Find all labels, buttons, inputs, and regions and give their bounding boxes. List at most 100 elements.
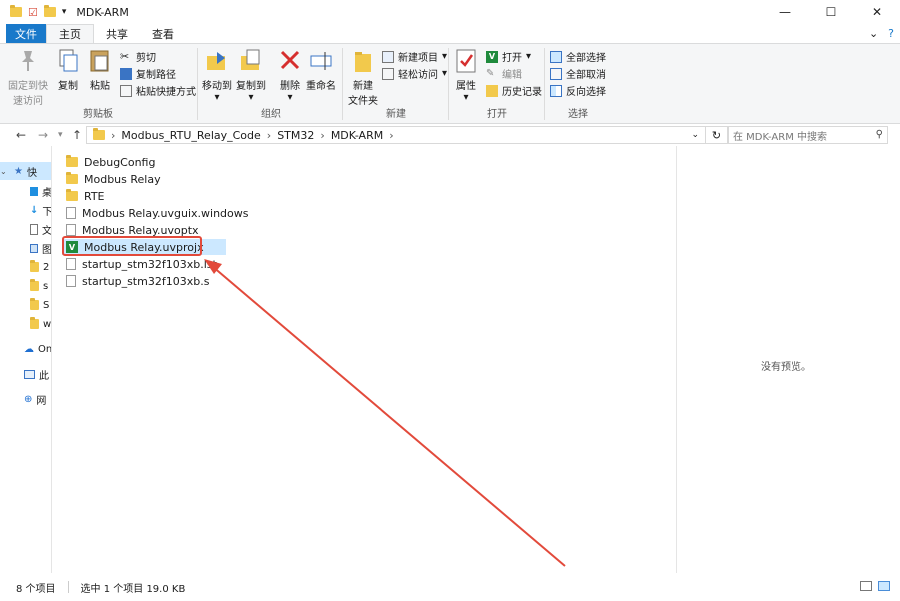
new-folder-icon[interactable]	[43, 5, 56, 17]
minimize-button[interactable]: —	[762, 0, 808, 24]
nav-item-downloads[interactable]: ↓ 下	[0, 201, 51, 219]
folder-icon	[93, 128, 105, 140]
search-icon[interactable]: ⚲	[876, 129, 883, 140]
nav-item-onedrive[interactable]: ☁ On	[0, 340, 51, 358]
nav-item-folder[interactable]: w	[0, 315, 51, 333]
paste-button[interactable]: 粘贴	[88, 48, 112, 92]
copy-folder-icon	[241, 49, 260, 70]
paste-icon	[90, 50, 109, 72]
edit-button[interactable]: ✎ 编辑	[486, 66, 522, 82]
new-group: 新建 文件夹 新建项目 ▾ 轻松访问 ▾ 新建	[344, 44, 448, 124]
breadcrumb-chevron-icon[interactable]: ›	[389, 129, 393, 142]
clipboard-group: 固定到快 速访问 复制 粘贴 ✂ 剪切 复制路径 粘贴快捷方式 剪贴板	[8, 48, 196, 120]
copy-to-button[interactable]: 复制到 ▾	[236, 48, 266, 103]
select-none-button[interactable]: 全部取消	[550, 66, 606, 81]
breadcrumb-chevron-icon[interactable]: ›	[111, 129, 115, 142]
address-bar[interactable]: › Modbus_RTU_Relay_Code › STM32 › MDK-AR…	[86, 126, 706, 144]
paste-shortcut-button[interactable]: 粘贴快捷方式	[120, 83, 196, 98]
nav-item-desktop[interactable]: 桌	[0, 182, 51, 200]
tab-share[interactable]: 共享	[94, 24, 140, 43]
new-folder-button[interactable]: 新建 文件夹	[348, 48, 378, 107]
folder-icon	[66, 189, 78, 201]
nav-item-pictures[interactable]: 图	[0, 239, 51, 257]
easy-access-button[interactable]: 轻松访问 ▾	[382, 66, 447, 81]
invert-selection-icon	[550, 84, 562, 97]
network-icon: ⊕	[24, 393, 33, 405]
select-all-icon	[550, 50, 562, 63]
group-divider	[197, 48, 198, 120]
cut-button[interactable]: ✂ 剪切	[120, 49, 156, 64]
move-folder-icon	[207, 52, 225, 70]
refresh-icon: ↻	[711, 128, 722, 142]
new-folder-icon	[355, 52, 371, 72]
nav-item-quick-access[interactable]: ⌄ ★ 快	[0, 162, 51, 180]
folder-icon	[10, 5, 22, 17]
address-row: ← → ▾ ↑ › Modbus_RTU_Relay_Code › STM32 …	[0, 124, 900, 146]
copy-button[interactable]: 复制	[56, 48, 80, 92]
select-all-button[interactable]: 全部选择	[550, 49, 606, 64]
copy-icon	[59, 49, 78, 72]
customize-toolbar-icon[interactable]: ▾	[62, 7, 67, 17]
back-arrow-icon[interactable]: ←	[16, 128, 26, 142]
new-item-icon	[382, 50, 394, 63]
breadcrumb-chevron-icon[interactable]: ›	[320, 129, 324, 142]
file-row[interactable]: Modbus Relay	[62, 171, 161, 187]
pin-quick-access-button[interactable]: 固定到快 速访问	[8, 48, 48, 107]
paste-shortcut-icon	[120, 84, 132, 97]
close-button[interactable]: ✕	[854, 0, 900, 24]
new-item-button[interactable]: 新建项目 ▾	[382, 49, 447, 64]
file-icon	[66, 224, 76, 236]
details-view-icon[interactable]	[860, 581, 872, 591]
recent-locations-chevron-icon[interactable]: ▾	[58, 130, 63, 140]
file-row[interactable]: DebugConfig	[62, 154, 155, 170]
open-button[interactable]: V 打开 ▾	[486, 49, 531, 64]
ribbon: 固定到快 速访问 复制 粘贴 ✂ 剪切 复制路径 粘贴快捷方式 剪贴板 移动到	[0, 44, 900, 124]
address-history-chevron-icon[interactable]: ⌄	[691, 130, 699, 140]
nav-item-folder[interactable]: S	[0, 296, 51, 314]
breadcrumb-item[interactable]: MDK-ARM	[331, 129, 383, 142]
copy-path-button[interactable]: 复制路径	[120, 66, 176, 81]
nav-item-this-pc[interactable]: 此	[0, 365, 51, 383]
move-to-button[interactable]: 移动到 ▾	[202, 48, 232, 103]
tab-view[interactable]: 查看	[140, 24, 186, 43]
large-icons-view-icon[interactable]	[878, 581, 890, 591]
file-row[interactable]: Modbus Relay.uvguix.windows	[62, 205, 249, 221]
search-input[interactable]: 在 MDK-ARM 中搜索 ⚲	[728, 126, 888, 144]
quick-access-checkmark-icon[interactable]: ☑	[28, 6, 38, 19]
chevron-down-icon[interactable]: ⌄	[0, 167, 10, 176]
nav-item-folder[interactable]: 2	[0, 258, 51, 276]
tab-home[interactable]: 主页	[46, 24, 94, 43]
breadcrumb-chevron-icon[interactable]: ›	[267, 129, 271, 142]
file-row[interactable]: RTE	[62, 188, 105, 204]
rename-button[interactable]: 重命名	[306, 48, 336, 92]
scissors-icon: ✂	[120, 49, 130, 63]
window-title: MDK-ARM	[76, 5, 129, 19]
file-row[interactable]: startup_stm32f103xb.s	[62, 273, 209, 289]
select-group: 全部选择 全部取消 反向选择 选择	[546, 44, 610, 124]
edit-pencil-icon: ✎	[486, 67, 495, 79]
history-button[interactable]: 历史记录	[486, 83, 542, 98]
nav-item-folder[interactable]: s	[0, 277, 51, 295]
maximize-button[interactable]: ☐	[808, 0, 854, 24]
file-row[interactable]: startup_stm32f103xb.lst	[62, 256, 217, 272]
tab-file[interactable]: 文件	[6, 24, 46, 43]
nav-item-documents[interactable]: 文	[0, 220, 51, 238]
nav-item-network[interactable]: ⊕ 网	[0, 390, 51, 408]
preview-pane: 没有预览。	[676, 146, 900, 573]
chevron-down-icon[interactable]: ⌄	[869, 27, 878, 40]
refresh-button[interactable]: ↻	[706, 126, 728, 144]
copy-path-icon	[120, 67, 132, 80]
invert-selection-button[interactable]: 反向选择	[550, 83, 606, 98]
select-none-icon	[550, 67, 562, 80]
help-icon[interactable]: ?	[888, 27, 894, 40]
desktop-icon	[30, 186, 38, 196]
delete-button[interactable]: 删除 ▾	[278, 48, 302, 103]
breadcrumb-item[interactable]: STM32	[277, 129, 314, 142]
folder-icon	[66, 172, 78, 184]
forward-arrow-icon[interactable]: →	[38, 128, 48, 142]
up-arrow-icon[interactable]: ↑	[72, 128, 82, 142]
breadcrumb-item[interactable]: Modbus_RTU_Relay_Code	[121, 129, 260, 142]
navigation-pane[interactable]: ⌄ ★ 快 桌 ↓ 下 文 图 2 s S w ☁ On 此 ⊕ 网	[0, 146, 52, 573]
properties-button[interactable]: 属性 ▾	[454, 48, 478, 103]
open-group: 属性 ▾ V 打开 ▾ ✎ 编辑 历史记录 打开	[450, 44, 544, 124]
